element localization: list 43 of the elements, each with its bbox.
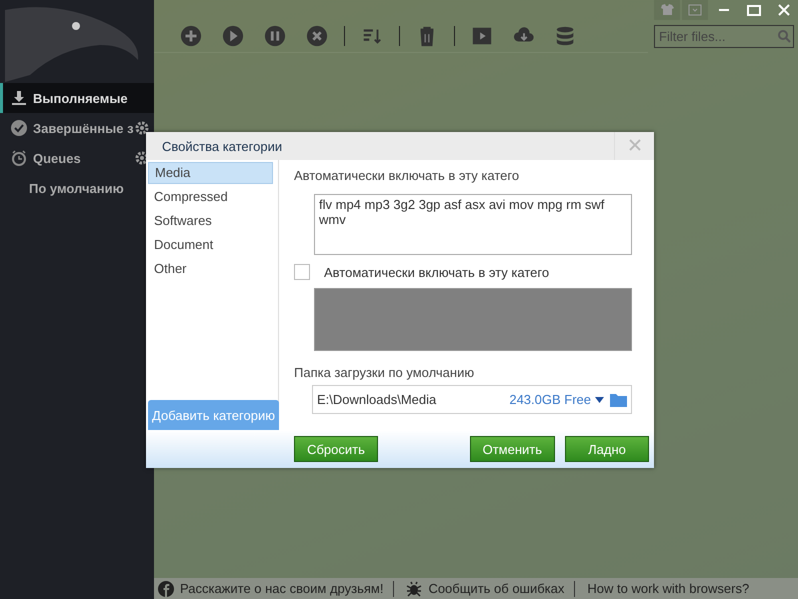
sidebar-label: Выполняемые (33, 90, 128, 106)
status-link[interactable]: Сообщить об ошибках (406, 580, 574, 596)
extensions-label: Автоматически включать в эту катего (294, 168, 520, 185)
reset-button[interactable]: Сбросить (294, 436, 378, 462)
extensions-field[interactable]: flv mp4 mp3 3g2 3gp asf asx avi mov mpg rm swf wmv (314, 194, 632, 255)
search-icon (777, 29, 791, 43)
play-icon[interactable] (222, 25, 244, 47)
sidebar-label: Queues (33, 150, 81, 166)
sidebar-label: По умолчанию (29, 180, 124, 196)
folder-label: Папка загрузки по умолчанию (294, 365, 476, 382)
status-link[interactable]: Расскажите о нас своим друзьям! (158, 580, 394, 596)
sites-label: Автоматически включать в эту катего (324, 264, 550, 280)
settings-icon[interactable] (134, 120, 150, 136)
category-item[interactable]: Document (148, 234, 273, 256)
close-icon (778, 4, 790, 16)
close-icon (628, 138, 642, 152)
bug-icon (406, 580, 422, 596)
film-icon[interactable] (471, 25, 493, 47)
status-link[interactable]: How to work with browsers? (587, 581, 760, 596)
check-circle-icon (11, 120, 27, 136)
download-icon (11, 90, 27, 106)
stop-icon[interactable] (306, 25, 328, 47)
free-space-dropdown[interactable]: 243.0GB Free (509, 392, 604, 407)
category-item[interactable]: Media (148, 162, 273, 184)
caret-icon (595, 396, 604, 402)
dialog-title: Свойства категории (162, 138, 282, 154)
category-item[interactable]: Softwares (148, 210, 273, 232)
folder-field[interactable]: E:\Downloads\Media 243.0GB Free (312, 385, 632, 414)
add-icon[interactable] (180, 25, 202, 47)
ok-button[interactable]: Ладно (565, 436, 649, 462)
pause-icon[interactable] (264, 25, 286, 47)
sidebar-item[interactable]: Выполняемые (0, 83, 154, 113)
category-item[interactable]: Other (148, 258, 273, 280)
maximize-icon (747, 4, 761, 16)
filter-field[interactable]: Filter files... (654, 25, 794, 48)
folder-icon[interactable] (610, 392, 627, 407)
sidebar-item[interactable]: Завершённые з (0, 113, 154, 143)
minimize-icon (718, 9, 730, 11)
facebook-icon (158, 580, 174, 596)
sidebar-label: Завершённые з (33, 120, 134, 136)
folder-path: E:\Downloads\Media (317, 392, 438, 407)
category-item[interactable]: Compressed (148, 186, 273, 208)
clock-icon (11, 150, 27, 166)
